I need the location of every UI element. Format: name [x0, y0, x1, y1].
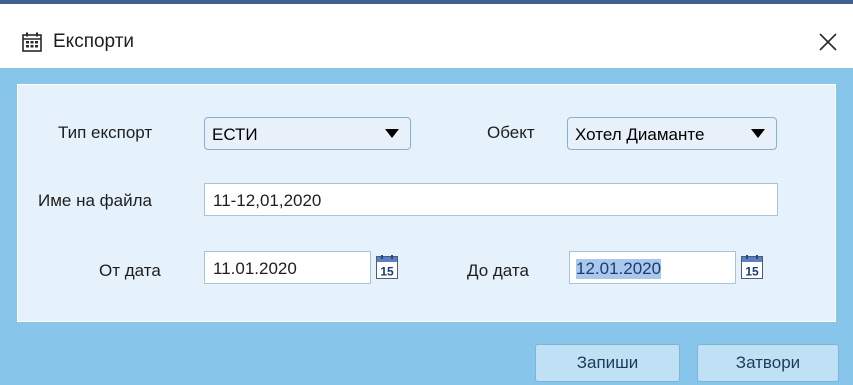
export-type-select[interactable]: ЕСТИ	[204, 117, 411, 150]
close-button[interactable]: Затвори	[697, 344, 839, 382]
to-date-input[interactable]: 12.01.2020	[569, 251, 736, 284]
file-name-input[interactable]: 11-12,01,2020	[204, 183, 778, 216]
to-date-label: До дата	[467, 261, 529, 280]
object-label: Обект	[487, 123, 535, 142]
save-button[interactable]: Запиши	[535, 344, 680, 382]
calendar-icon[interactable]: 15	[376, 255, 398, 279]
calendar-grid-icon	[22, 32, 42, 52]
export-type-value: ЕСТИ	[212, 125, 258, 144]
dialog-body: Тип експорт ЕСТИ Обект Хотел Диаманте Им…	[0, 68, 853, 385]
file-name-value: 11-12,01,2020	[213, 191, 322, 210]
calendar-day: 15	[380, 265, 394, 279]
to-date-value: 12.01.2020	[576, 259, 662, 279]
dialog-title: Експорти	[53, 31, 135, 52]
chevron-down-icon	[385, 129, 399, 138]
from-date-label: От дата	[99, 261, 161, 280]
object-value: Хотел Диаманте	[575, 125, 705, 144]
calendar-day: 15	[745, 265, 759, 279]
close-icon[interactable]	[816, 30, 840, 54]
chevron-down-icon	[751, 129, 765, 138]
object-select[interactable]: Хотел Диаманте	[567, 117, 777, 150]
export-dialog: Експорти Тип експорт ЕСТИ Обект Хотел Ди…	[0, 0, 853, 385]
from-date-input[interactable]: 11.01.2020	[204, 251, 371, 284]
calendar-icon[interactable]: 15	[741, 255, 763, 279]
title-bar[interactable]: Експорти	[0, 4, 853, 68]
file-name-label: Име на файла	[38, 191, 152, 210]
from-date-value: 11.01.2020	[213, 259, 297, 278]
export-type-label: Тип експорт	[58, 123, 153, 142]
form-panel: Тип експорт ЕСТИ Обект Хотел Диаманте Им…	[17, 84, 836, 322]
